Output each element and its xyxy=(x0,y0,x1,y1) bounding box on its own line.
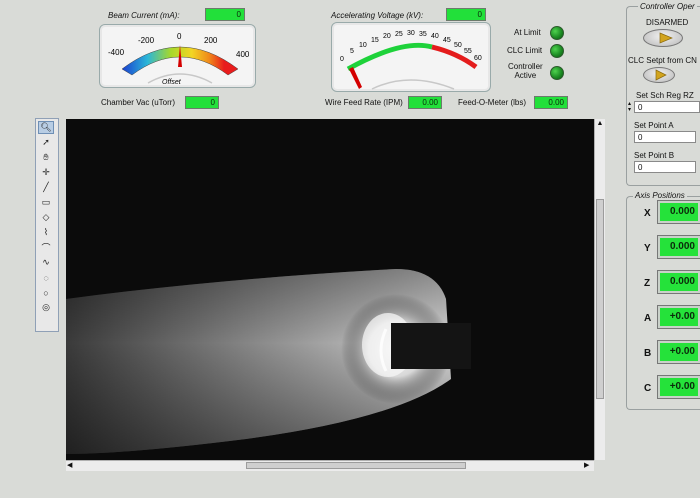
crosshair-icon[interactable]: ✛ xyxy=(38,166,54,179)
axis-row-c: C +0.00 xyxy=(636,376,700,400)
axis-value: +0.00 xyxy=(658,376,700,398)
axis-value: 0.000 xyxy=(658,271,700,293)
beam-tick-2: 0 xyxy=(177,32,182,41)
accel-voltage-gauge: 0 5 10 15 20 25 30 35 40 45 50 55 60 xyxy=(331,22,491,92)
clc-limit-label: CLC Limit xyxy=(507,46,543,55)
axis-letter: Z xyxy=(644,278,651,289)
disarmed-label: DISARMED xyxy=(646,18,689,27)
horizontal-scroll-thumb[interactable] xyxy=(246,462,466,469)
scroll-up-icon[interactable]: ▲ xyxy=(596,120,604,128)
vertical-scroll-thumb[interactable] xyxy=(596,199,604,399)
beam-current-dial: -400 -200 0 200 400 Offset xyxy=(108,32,250,86)
beam-current-label: Beam Current (mA): xyxy=(108,11,180,20)
axis-row-y: Y 0.000 xyxy=(636,236,700,260)
accel-tick-5: 25 xyxy=(395,31,403,38)
clc-limit-led-icon xyxy=(550,44,564,58)
accel-tick-8: 40 xyxy=(431,33,439,40)
accel-tick-0: 0 xyxy=(340,56,344,63)
axis-value: +0.00 xyxy=(658,341,700,363)
axis-row-a: A +0.00 xyxy=(636,306,700,330)
rectangle-icon[interactable]: ▭ xyxy=(38,196,54,209)
set-sch-label: Set Sch Reg RZ xyxy=(636,91,694,100)
set-point-a-input[interactable]: 0 xyxy=(634,131,696,143)
wire-feed-readout: 0.00 xyxy=(408,96,442,109)
chamber-vac-readout: 0 xyxy=(185,96,219,109)
broken-line-icon[interactable]: ∿ xyxy=(38,256,54,269)
set-sch-stepper[interactable]: ▴ ▾ xyxy=(628,101,634,113)
line-icon[interactable]: ╱ xyxy=(38,181,54,194)
clc-setpt-label: CLC Setpt from CN xyxy=(628,56,697,65)
accel-voltage-label: Accelerating Voltage (kV): xyxy=(331,11,424,20)
annulus-icon[interactable]: ◎ xyxy=(38,301,54,314)
axis-positions-title: Axis Positions xyxy=(633,191,687,200)
weld-camera-image xyxy=(66,119,594,460)
beam-tick-4: 400 xyxy=(236,50,250,59)
set-point-b-input[interactable]: 0 xyxy=(634,161,696,173)
accel-tick-1: 5 xyxy=(350,48,354,55)
beam-tick-1: -200 xyxy=(138,36,155,45)
pan-hand-icon[interactable]: ✋︎ xyxy=(38,151,54,164)
axis-value: 0.000 xyxy=(658,236,700,258)
controller-active-label: Controller Active xyxy=(508,62,543,80)
axis-letter: B xyxy=(644,348,652,359)
axis-row-b: B +0.00 xyxy=(636,341,700,365)
feed-o-meter-readout: 0.00 xyxy=(534,96,568,109)
polyline-icon[interactable]: ⌇ xyxy=(38,226,54,239)
beam-tick-3: 200 xyxy=(204,36,218,45)
controller-panel-title: Controller Oper xyxy=(638,2,697,11)
rotated-rect-icon[interactable]: ◇ xyxy=(38,211,54,224)
axis-row-x: X 0.000 xyxy=(636,201,700,225)
accel-tick-2: 10 xyxy=(359,42,367,49)
vertical-scrollbar[interactable]: ▲ xyxy=(594,119,605,460)
accel-tick-10: 50 xyxy=(454,42,462,49)
accel-tick-11: 55 xyxy=(464,48,472,55)
axis-value: +0.00 xyxy=(658,306,700,328)
freehand-icon[interactable]: ⌒ xyxy=(38,241,54,254)
scroll-right-icon[interactable]: ▶ xyxy=(584,461,592,469)
accel-tick-9: 45 xyxy=(443,37,451,44)
clc-setpt-toggle-button[interactable] xyxy=(643,67,675,83)
at-limit-label: At Limit xyxy=(514,28,541,37)
controller-active-led-icon xyxy=(550,66,564,80)
at-limit-led-icon xyxy=(550,26,564,40)
wire-feed-label: Wire Feed Rate (IPM) xyxy=(325,98,403,107)
accel-voltage-readout: 0 xyxy=(446,8,486,21)
oval-icon[interactable]: ○ xyxy=(38,286,54,299)
accel-tick-6: 30 xyxy=(407,30,415,37)
accel-voltage-dial: 0 5 10 15 20 25 30 35 40 45 50 55 60 xyxy=(340,30,482,90)
zoom-icon[interactable]: 🔍︎ xyxy=(38,121,54,134)
axis-letter: C xyxy=(644,383,652,394)
pointer-icon[interactable]: ➚ xyxy=(38,136,54,149)
axis-value: 0.000 xyxy=(658,201,700,223)
tool-palette: 🔍︎ ➚ ✋︎ ✛ ╱ ▭ ◇ ⌇ ⌒ ∿ ◌ ○ ◎ xyxy=(35,118,59,332)
axis-letter: A xyxy=(644,313,652,324)
chamber-vac-label: Chamber Vac (uTorr) xyxy=(101,98,176,107)
arm-toggle-button[interactable] xyxy=(643,29,683,47)
camera-image-display[interactable] xyxy=(66,119,594,460)
accel-tick-3: 15 xyxy=(371,37,379,44)
beam-current-readout: 0 xyxy=(205,8,245,21)
beam-current-gauge: -400 -200 0 200 400 Offset xyxy=(99,24,256,88)
axis-letter: X xyxy=(644,208,651,219)
accel-tick-12: 60 xyxy=(474,55,482,62)
axis-letter: Y xyxy=(644,243,651,254)
offset-caption: Offset xyxy=(162,79,182,86)
feed-o-meter-label: Feed-O-Meter (lbs) xyxy=(458,98,527,107)
scroll-left-icon[interactable]: ◀ xyxy=(67,461,75,469)
accel-tick-7: 35 xyxy=(419,31,427,38)
axis-row-z: Z 0.000 xyxy=(636,271,700,295)
accel-tick-4: 20 xyxy=(383,33,391,40)
horizontal-scrollbar[interactable]: ◀ ▶ xyxy=(66,460,594,471)
lasso-icon[interactable]: ◌ xyxy=(38,271,54,284)
beam-tick-0: -400 xyxy=(108,48,125,57)
set-point-a-label: Set Point A xyxy=(634,121,674,130)
set-sch-input[interactable]: 0 xyxy=(634,101,700,113)
set-point-b-label: Set Point B xyxy=(634,151,675,160)
